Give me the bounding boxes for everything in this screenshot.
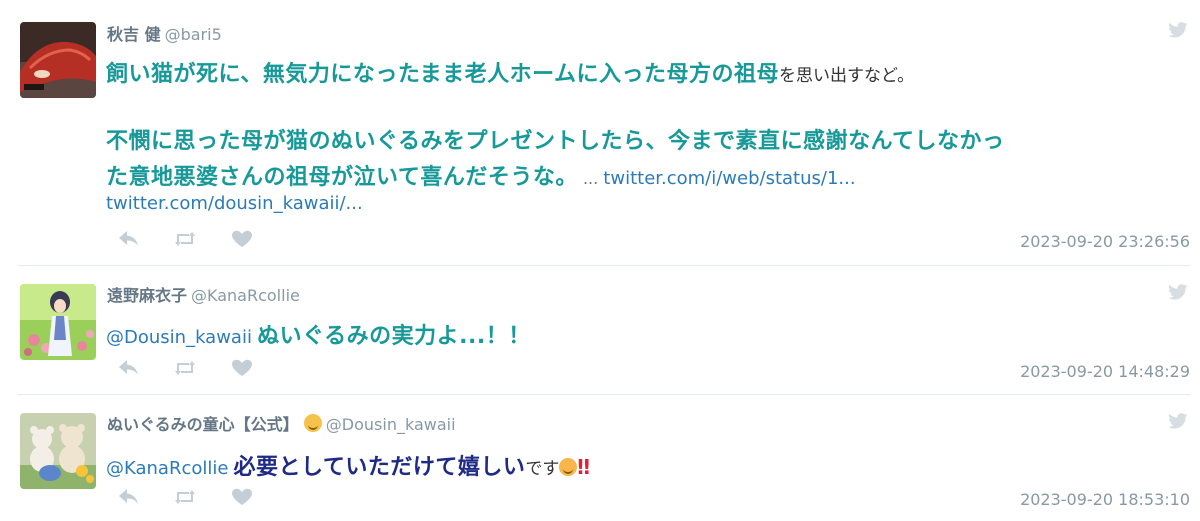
heart-icon[interactable] [231, 488, 253, 506]
avatar[interactable] [20, 413, 96, 489]
user-handle[interactable]: @KanaRcollie [191, 286, 300, 305]
blushing-face-icon [559, 458, 578, 476]
user-handle[interactable]: @Dousin_kawaii [326, 415, 456, 434]
tweet-text-highlight: 飼い猫が死に、無気力になったまま老人ホームに入った母方の祖母 [106, 62, 780, 87]
retweet-icon[interactable] [174, 488, 196, 506]
tweet-item: 秋吉 健 @bari5 飼い猫が死に、無気力になったまま老人ホームに入った母方の祖… [0, 0, 1200, 265]
tweet-text-highlight: 不憫に思った母が猫のぬいぐるみをプレゼントしたら、今まで素直に感謝なんてしなかっ [106, 129, 1005, 154]
profile-link[interactable]: twitter.com/dousin_kawaii/... [106, 193, 363, 214]
tweet-header: 秋吉 健 @bari5 [107, 21, 222, 45]
tweet-header: 遠野麻衣子 @KanaRcollie [107, 282, 300, 306]
tweet-timestamp[interactable]: 2023-09-20 14:48:29 [1020, 362, 1190, 381]
tweet-text-highlight: 必要としていただけて嬉しい [233, 455, 526, 480]
tweet-body: @KanaRcollie 必要としていただけて嬉しいです ‼ [106, 449, 1160, 480]
tweet-text-highlight: た意地悪婆さんの祖母が泣いて喜んだそうな。 [106, 165, 578, 190]
tweet-timestamp[interactable]: 2023-09-20 23:26:56 [1020, 232, 1190, 251]
tweet-feed: 秋吉 健 @bari5 飼い猫が死に、無気力になったまま老人ホームに入った母方の祖… [0, 0, 1200, 521]
tweet-text: を思い出すなど。 [779, 66, 915, 86]
mention-link[interactable]: @KanaRcollie [106, 458, 228, 479]
tweet-timestamp[interactable]: 2023-09-20 18:53:10 [1020, 490, 1190, 509]
tweet-header: ぬいぐるみの童心【公式】 @Dousin_kawaii [107, 411, 456, 435]
tweet-item: 遠野麻衣子 @KanaRcollie @Dousin_kawaii ぬいぐるみの実… [0, 266, 1200, 394]
display-name[interactable]: 秋吉 健 [107, 25, 161, 44]
reply-icon[interactable] [118, 488, 140, 506]
truncation-ellipsis: ... [582, 169, 599, 188]
tweet-body: @Dousin_kawaii ぬいぐるみの実力よ...！！ [106, 318, 1160, 349]
double-exclamation-icon: ‼ [577, 455, 589, 479]
retweet-icon[interactable] [174, 359, 196, 377]
user-handle[interactable]: @bari5 [165, 25, 222, 44]
mention-link[interactable]: @Dousin_kawaii [106, 327, 252, 348]
twitter-bird-icon[interactable] [1168, 284, 1188, 300]
tweet-text: です [525, 459, 560, 479]
tweet-body: 飼い猫が死に、無気力になったまま老人ホームに入った母方の祖母を思い出すなど。 不… [106, 56, 1160, 221]
heart-icon[interactable] [231, 359, 253, 377]
avatar[interactable] [20, 284, 96, 360]
display-name[interactable]: ぬいぐるみの童心【公式】 [107, 415, 299, 434]
twitter-bird-icon[interactable] [1168, 22, 1188, 38]
status-link[interactable]: twitter.com/i/web/status/1... [603, 168, 855, 189]
reply-icon[interactable] [118, 359, 140, 377]
heart-icon[interactable] [231, 230, 253, 248]
smiling-face-icon [303, 414, 322, 432]
tweet-item: ぬいぐるみの童心【公式】 @Dousin_kawaii @KanaRcollie… [0, 395, 1200, 521]
avatar[interactable] [20, 22, 96, 98]
display-name[interactable]: 遠野麻衣子 [107, 286, 187, 305]
tweet-text-highlight: ぬいぐるみの実力よ...！！ [257, 324, 531, 349]
twitter-bird-icon[interactable] [1168, 413, 1188, 429]
retweet-icon[interactable] [174, 230, 196, 248]
reply-icon[interactable] [118, 230, 140, 248]
